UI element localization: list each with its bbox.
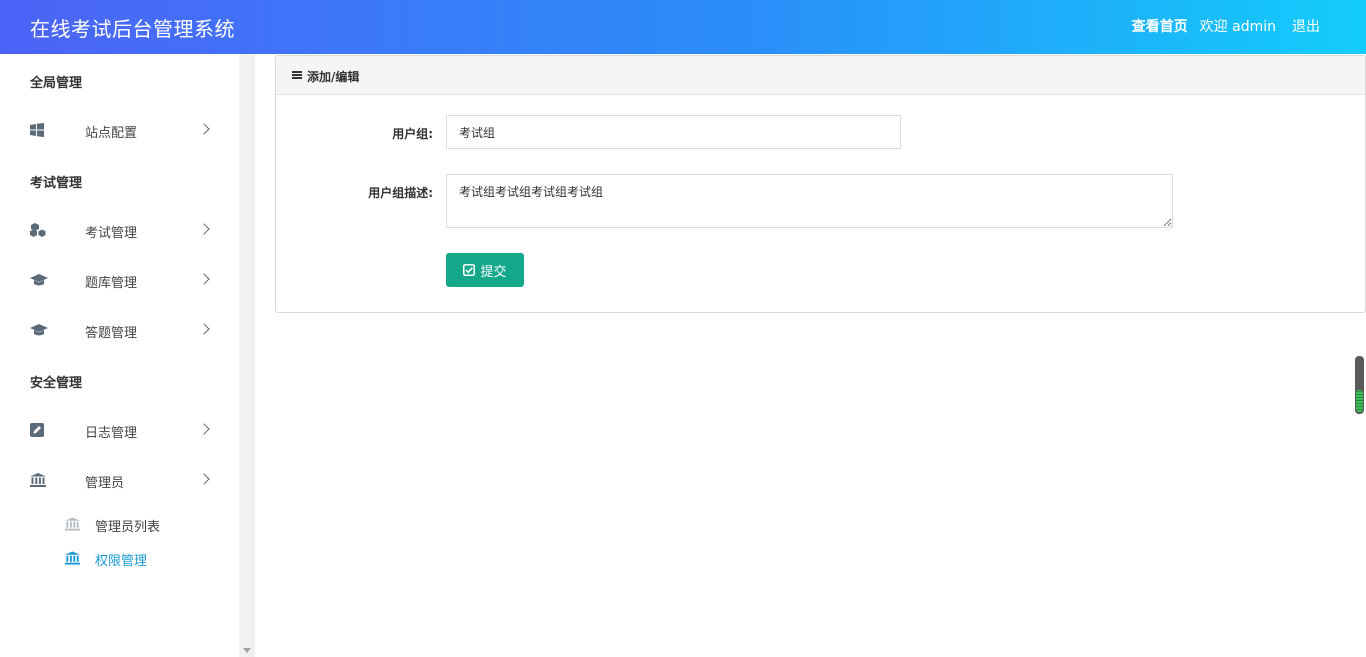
sidebar-item-site-config[interactable]: 站点配置 [0, 110, 239, 150]
submit-button[interactable]: 提交 [446, 253, 524, 287]
bars-icon [292, 71, 302, 79]
group-input[interactable] [446, 115, 901, 149]
edit-panel: 添加/编辑 用户组: 用户组描述: 考试组考试组考试组考试组 提交 [275, 55, 1366, 313]
scroll-down-icon[interactable] [243, 648, 251, 653]
view-home-link[interactable]: 查看首页 [1132, 16, 1188, 36]
sidebar-item-label: 站点配置 [85, 126, 138, 141]
sidebar-item-label: 管理员 [85, 476, 125, 491]
sidebar-subitem-admin-list[interactable]: 管理员列表 [0, 509, 239, 539]
sidebar-subitem-permission[interactable]: 权限管理 [0, 543, 239, 573]
logout-link[interactable]: 退出 [1292, 16, 1320, 36]
sidebar-item-answer-manage[interactable]: 答题管理 [0, 310, 239, 350]
cubes-icon [30, 223, 46, 237]
graduation-cap-icon [30, 274, 48, 286]
chevron-right-icon [198, 273, 210, 285]
chevron-right-icon [198, 123, 210, 135]
graduation-cap-icon [30, 324, 48, 336]
header-actions: 查看首页 欢迎 admin 退出 [1132, 16, 1320, 36]
section-title-global: 全局管理 [30, 76, 83, 91]
bank-icon [30, 473, 46, 487]
windows-icon [30, 123, 44, 137]
app-title: 在线考试后台管理系统 [30, 17, 235, 41]
bank-icon [65, 551, 80, 565]
welcome-text: 欢迎 admin [1199, 19, 1276, 35]
sidebar-item-label: 题库管理 [85, 276, 138, 291]
chevron-right-icon [198, 473, 210, 485]
page-scroll-indicator[interactable] [1355, 356, 1364, 414]
edit-icon [30, 423, 44, 437]
scroll-indicator-fill [1356, 390, 1363, 412]
sidebar-item-log-manage[interactable]: 日志管理 [0, 410, 239, 450]
sidebar-item-question-bank[interactable]: 题库管理 [0, 260, 239, 300]
top-header: 在线考试后台管理系统 查看首页 欢迎 admin 退出 [0, 0, 1366, 54]
group-desc-textarea[interactable]: 考试组考试组考试组考试组 [446, 174, 1173, 228]
check-square-icon [463, 264, 476, 276]
group-label: 用户组: [392, 127, 433, 141]
sidebar-item-label: 考试管理 [85, 226, 138, 241]
panel-header: 添加/编辑 [276, 56, 1365, 95]
section-title-security: 安全管理 [30, 376, 83, 391]
group-desc-label: 用户组描述: [368, 186, 433, 200]
sidebar-scrollbar[interactable] [239, 54, 255, 657]
sidebar: 全局管理 站点配置 考试管理 考试管理 题库管理 答题管理 安全管理 日志管理 … [0, 54, 239, 657]
sidebar-item-exam-manage[interactable]: 考试管理 [0, 210, 239, 250]
sidebar-subitem-label: 权限管理 [95, 554, 148, 569]
sidebar-item-admin[interactable]: 管理员 [0, 460, 239, 500]
bank-icon [65, 517, 80, 531]
section-title-exam: 考试管理 [30, 176, 83, 191]
chevron-right-icon [198, 423, 210, 435]
submit-label: 提交 [480, 264, 507, 280]
sidebar-item-label: 日志管理 [85, 426, 138, 441]
chevron-right-icon [198, 223, 210, 235]
sidebar-subitem-label: 管理员列表 [95, 520, 161, 535]
chevron-right-icon [198, 323, 210, 335]
panel-title: 添加/编辑 [307, 70, 360, 84]
sidebar-item-label: 答题管理 [85, 326, 138, 341]
